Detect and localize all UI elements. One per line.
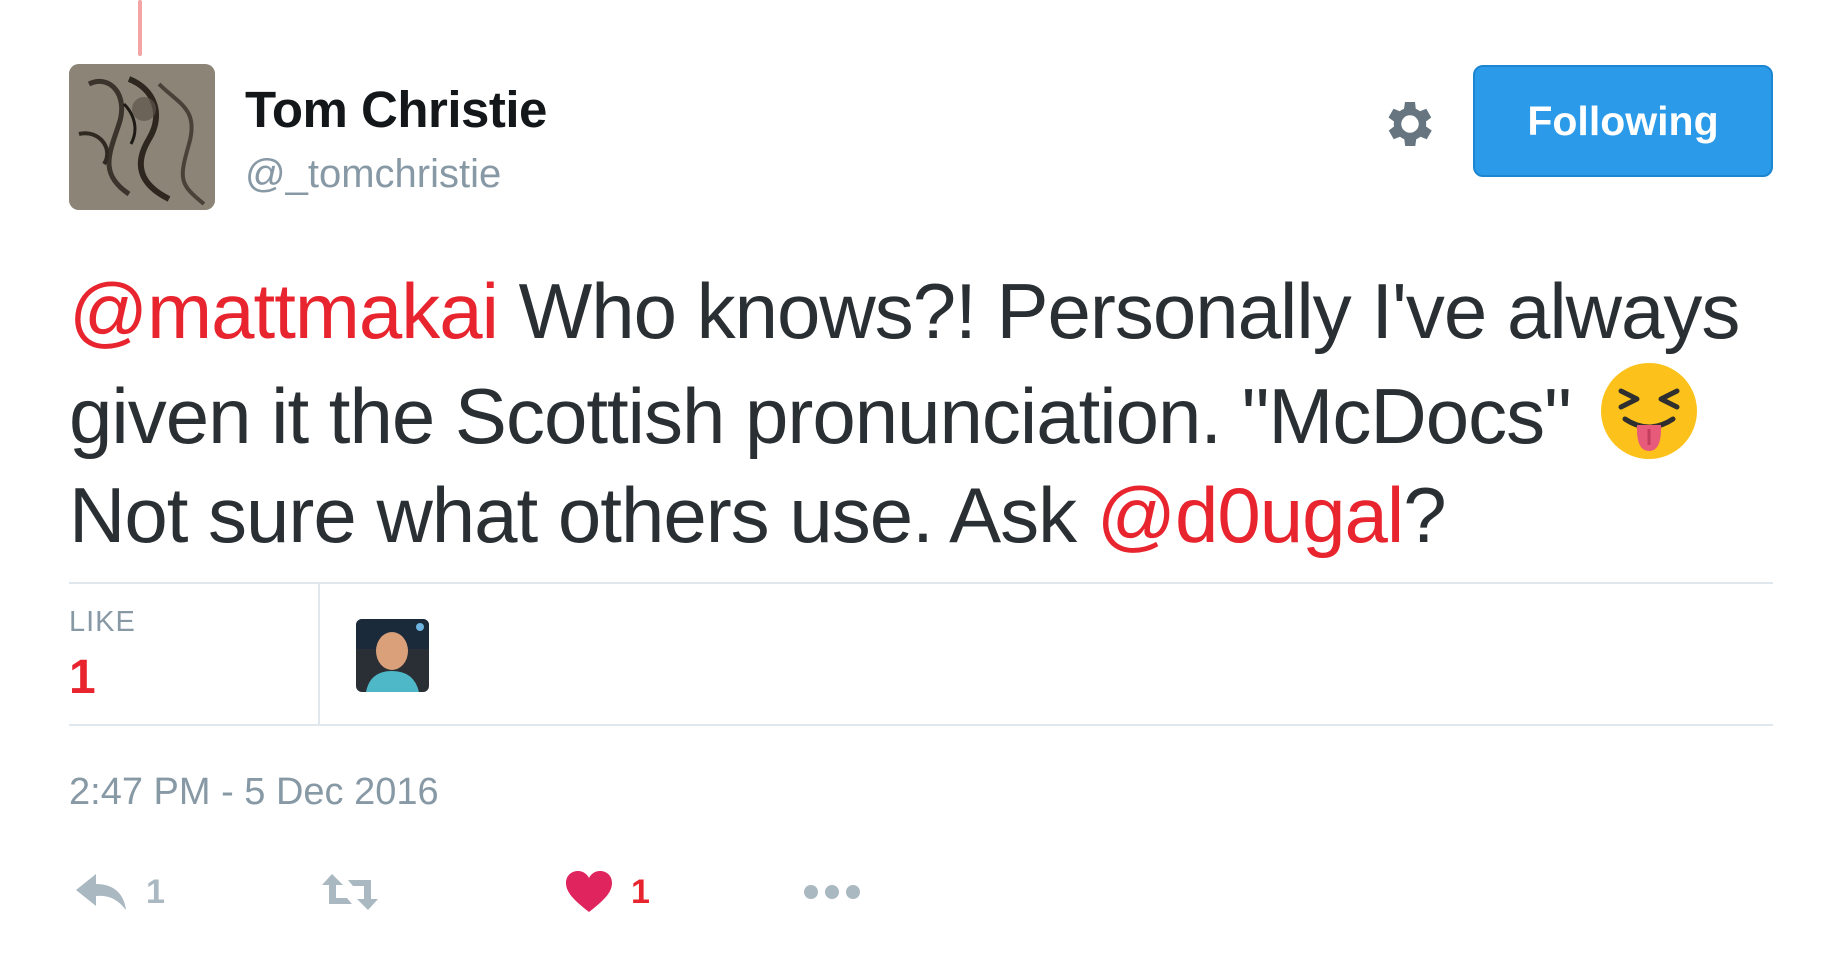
- like-stat-count[interactable]: 1: [69, 650, 96, 705]
- stats-top-divider: [69, 582, 1773, 584]
- heart-icon: [566, 871, 612, 912]
- mention-link[interactable]: @d0ugal: [1097, 471, 1404, 559]
- thread-connector-line: [138, 0, 142, 56]
- tweet-text-part: Not sure what others use. Ask: [69, 471, 1097, 559]
- gear-icon[interactable]: [1380, 94, 1440, 154]
- like-action-count: 1: [631, 872, 650, 911]
- stats-vertical-divider: [318, 584, 320, 724]
- tweet-timestamp[interactable]: 2:47 PM - 5 Dec 2016: [69, 771, 439, 814]
- author-handle[interactable]: @_tomchristie: [245, 152, 501, 197]
- author-avatar[interactable]: [69, 64, 215, 210]
- liker-avatar[interactable]: [356, 619, 429, 692]
- author-name[interactable]: Tom Christie: [245, 80, 547, 139]
- stats-bottom-divider: [69, 724, 1773, 726]
- tweet-text-part: ?: [1403, 471, 1446, 559]
- retweet-action[interactable]: [320, 862, 398, 922]
- avatar-image: [69, 64, 215, 210]
- like-stat-label[interactable]: LIKE: [69, 606, 136, 639]
- reply-action[interactable]: 1: [74, 862, 165, 922]
- more-action[interactable]: [803, 862, 861, 922]
- following-button[interactable]: Following: [1473, 65, 1773, 177]
- mention-link[interactable]: @mattmakai: [69, 267, 499, 355]
- reply-count: 1: [146, 872, 165, 911]
- tweet-text: @mattmakai Who knows?! Personally I've a…: [69, 262, 1789, 565]
- more-dots-icon: [804, 885, 860, 899]
- like-action[interactable]: 1: [565, 862, 650, 922]
- liker-avatar-image: [356, 619, 429, 692]
- squinting-tongue-emoji-icon: [1599, 361, 1699, 461]
- reply-icon: [76, 874, 126, 910]
- retweet-icon: [322, 874, 378, 910]
